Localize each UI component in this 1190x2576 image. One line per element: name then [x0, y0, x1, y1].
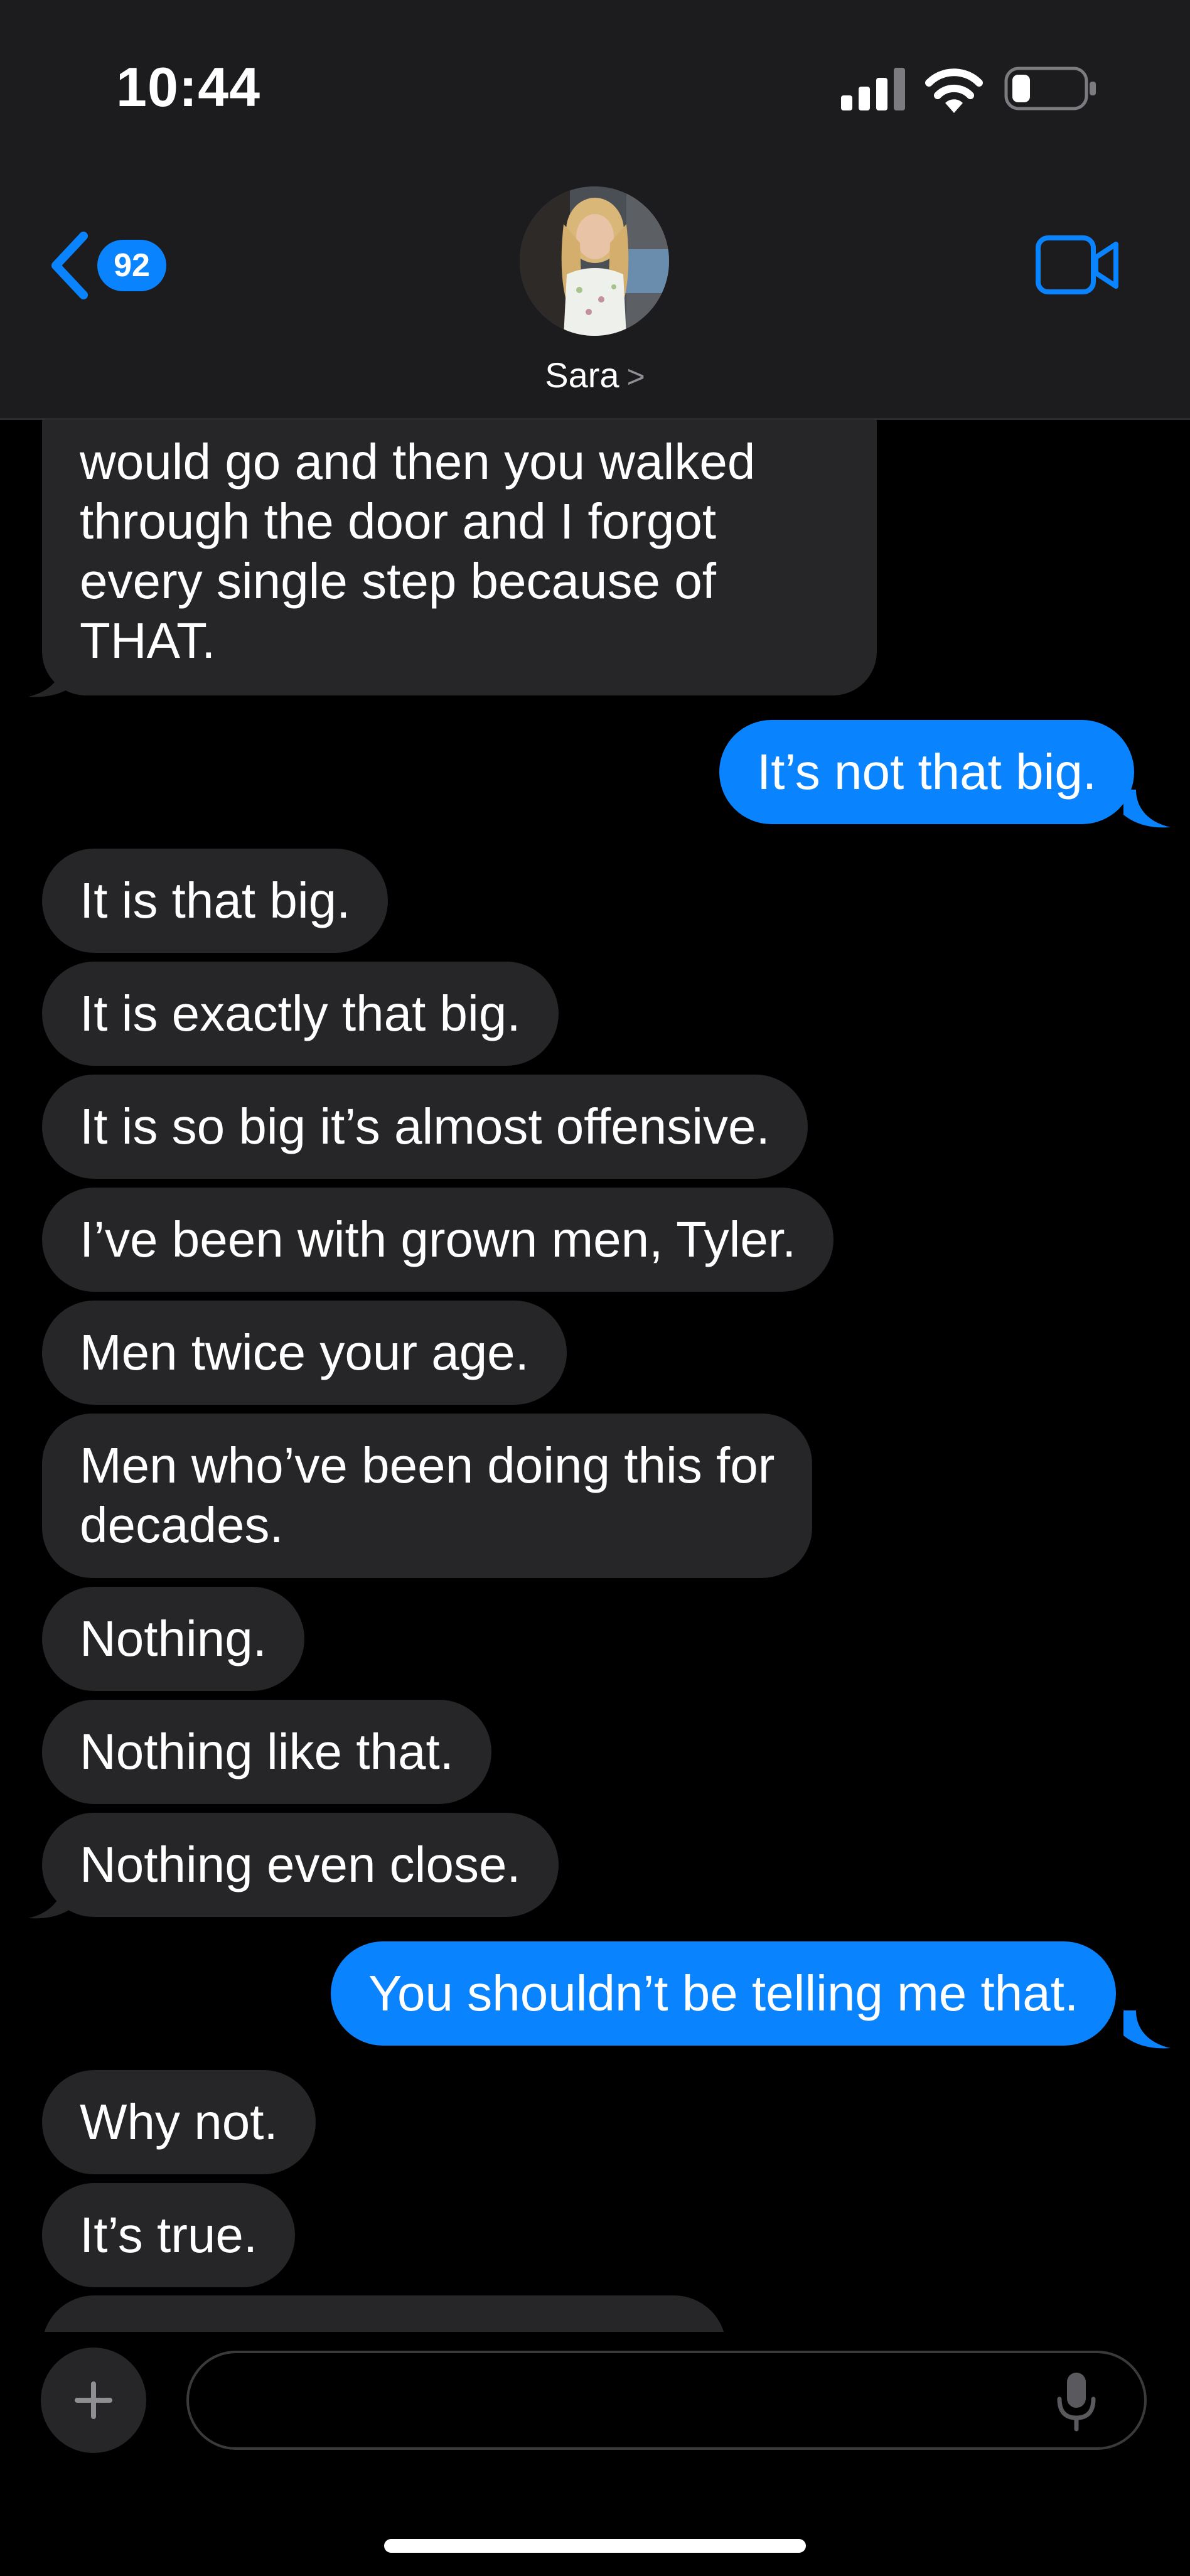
- message-bubble-incoming[interactable]: It’s true.: [42, 2183, 296, 2287]
- unread-count-badge: 92: [97, 240, 166, 291]
- bubble-tail: [1123, 2010, 1171, 2049]
- bubble-tail: [28, 1881, 75, 1919]
- message-bubble-incoming[interactable]: would go and then you walked through the…: [42, 377, 877, 695]
- contact-name[interactable]: Sara >: [0, 355, 1190, 395]
- message-text: Men twice your age.: [80, 1324, 529, 1380]
- wifi-icon: [925, 68, 983, 113]
- message-text: It’s not that big.: [757, 744, 1097, 800]
- message-text: I’ve been with grown men, Tyler.: [80, 1211, 796, 1267]
- add-attachment-button[interactable]: [41, 2348, 146, 2453]
- message-text: THAT.: [80, 613, 216, 668]
- message-text: It’s true.: [80, 2207, 258, 2263]
- message-text: It is exactly that big.: [80, 985, 521, 1041]
- message-text: Men who’ve been doing this for: [80, 1437, 775, 1493]
- message-bubble-incoming[interactable]: Nothing.: [42, 1587, 304, 1691]
- message-bubble-outgoing[interactable]: It’s not that big.: [719, 720, 1135, 824]
- message-text: decades.: [80, 1497, 284, 1553]
- bubble-tail: [28, 659, 75, 697]
- message-bubble-incoming[interactable]: I’ve been with grown men, Tyler.: [42, 1188, 834, 1292]
- bubble-tail: [1123, 790, 1171, 828]
- contact-photo: [520, 186, 669, 336]
- message-text: It is that big.: [80, 872, 351, 928]
- plus-icon: [75, 2381, 112, 2419]
- message-text: Nothing even close.: [80, 1837, 521, 1892]
- back-button[interactable]: 92: [47, 226, 173, 308]
- message-input[interactable]: [186, 2351, 1147, 2450]
- message-bubble-incoming[interactable]: Men who’ve been doing this for decades.: [42, 1414, 813, 1578]
- microphone-icon[interactable]: [1054, 2371, 1098, 2432]
- status-time: 10:44: [116, 56, 261, 118]
- chevron-left-icon: [51, 232, 88, 299]
- message-bubble-incoming[interactable]: [42, 2295, 726, 2332]
- message-text: through the door and I forgot: [80, 493, 717, 549]
- signal-icon: [841, 68, 905, 110]
- contact-name-label: Sara: [545, 355, 619, 395]
- message-bubble-incoming[interactable]: Why not.: [42, 2070, 316, 2174]
- navigation-header: 10:44 92 Sara >: [0, 0, 1190, 420]
- message-bubble-incoming[interactable]: Nothing like that.: [42, 1700, 491, 1804]
- message-bubble-incoming[interactable]: It is that big.: [42, 849, 389, 953]
- message-bubble-incoming[interactable]: It is exactly that big.: [42, 962, 559, 1066]
- home-indicator: [384, 2539, 806, 2553]
- chevron-right-icon: >: [626, 359, 645, 394]
- message-bubble-outgoing[interactable]: You shouldn’t be telling me that.: [331, 1941, 1117, 2046]
- message-text: Nothing.: [80, 1611, 267, 1666]
- message-bubble-incoming[interactable]: Men twice your age.: [42, 1301, 567, 1405]
- avatar[interactable]: [520, 186, 669, 336]
- message-text: would go and then you walked: [80, 434, 756, 490]
- message-text: every single step because of: [80, 553, 716, 609]
- battery-icon: [1004, 67, 1096, 110]
- video-camera-icon[interactable]: [1036, 235, 1120, 295]
- message-bubble-incoming[interactable]: It is so big it’s almost offensive.: [42, 1075, 808, 1179]
- message-text: Nothing like that.: [80, 1724, 454, 1779]
- message-text: Why not.: [80, 2094, 278, 2150]
- message-bubble-incoming[interactable]: Nothing even close.: [42, 1813, 559, 1917]
- message-text: You shouldn’t be telling me that.: [368, 1965, 1079, 2021]
- message-text: It is so big it’s almost offensive.: [80, 1098, 770, 1154]
